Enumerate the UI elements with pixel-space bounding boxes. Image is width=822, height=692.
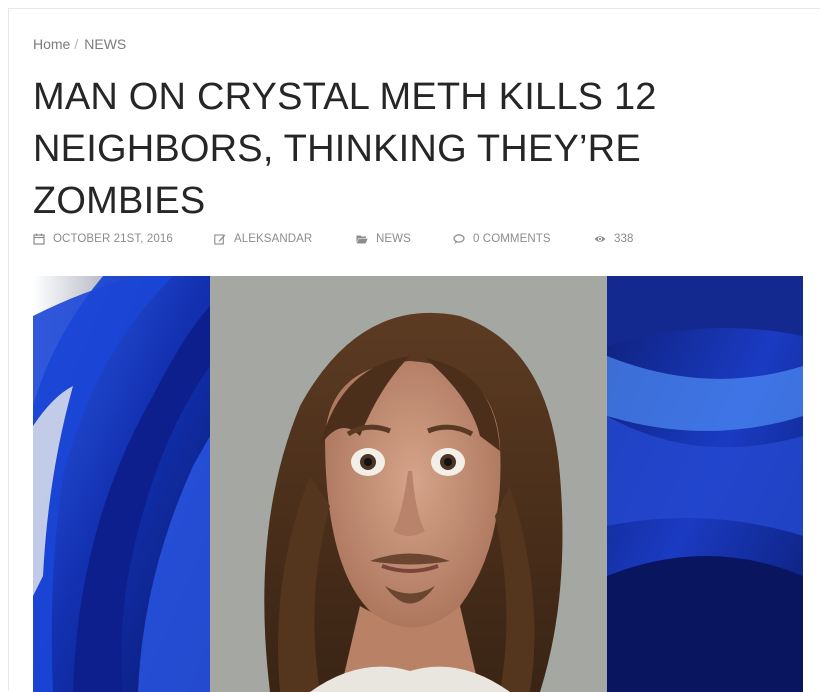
edit-icon [214, 234, 226, 245]
article-title: MAN ON CRYSTAL METH KILLS 12 NEIGHBORS, … [33, 76, 657, 222]
meta-category-link[interactable]: NEWS [376, 233, 411, 245]
broadcast-background-right [607, 276, 803, 692]
mugshot-photo [210, 276, 607, 692]
breadcrumb-current-link[interactable]: NEWS [84, 36, 126, 52]
meta-views: 338 [594, 233, 634, 245]
folder-icon [356, 235, 368, 244]
article-featured-image [33, 276, 803, 692]
article-meta: OCTOBER 21ST, 2016 ALEKSANDAR NEWS 0 COM… [33, 231, 634, 247]
breadcrumb: Home / NEWS [33, 36, 126, 52]
meta-category[interactable]: NEWS [356, 233, 453, 245]
article-page: Home / NEWS MAN ON CRYSTAL METH KILLS 12 N… [8, 8, 820, 692]
meta-author-link[interactable]: ALEKSANDAR [234, 233, 312, 245]
breadcrumb-home-link[interactable]: Home [33, 36, 70, 52]
broadcast-background-left [33, 276, 210, 692]
breadcrumb-separator: / [74, 36, 79, 52]
meta-comments[interactable]: 0 COMMENTS [453, 233, 594, 245]
eye-icon [594, 236, 606, 242]
meta-comments-link[interactable]: 0 COMMENTS [473, 233, 551, 245]
meta-views-count: 338 [614, 233, 634, 245]
meta-date: OCTOBER 21ST, 2016 [33, 233, 214, 245]
meta-author[interactable]: ALEKSANDAR [214, 233, 356, 245]
calendar-icon [33, 233, 45, 245]
mugshot-illustration [210, 276, 607, 692]
meta-date-text: OCTOBER 21ST, 2016 [53, 233, 173, 245]
comment-icon [453, 234, 465, 244]
